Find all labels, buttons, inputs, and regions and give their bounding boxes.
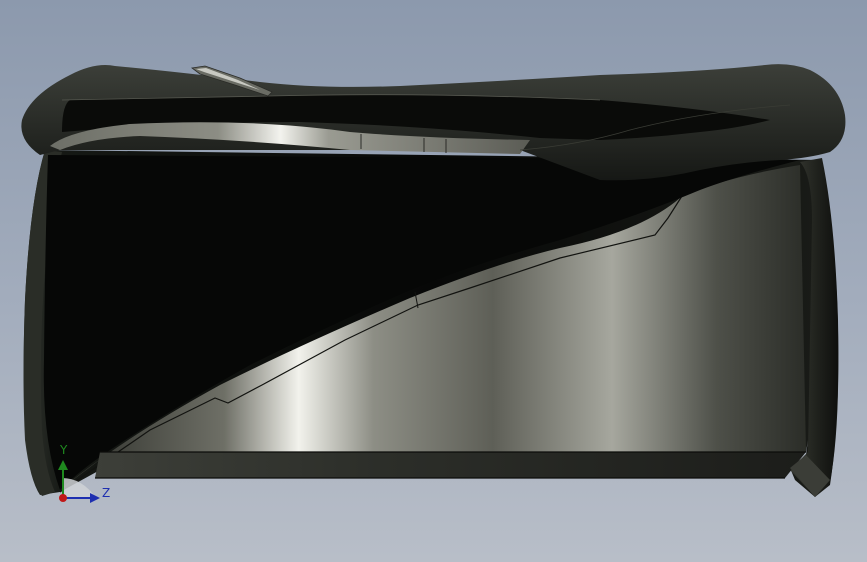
graphics-viewport[interactable]: Y Z xyxy=(0,0,867,562)
triad-y-label: Y xyxy=(60,443,68,457)
triad-z-label: Z xyxy=(102,486,111,500)
cad-model-view[interactable] xyxy=(0,0,867,562)
triad-z-arrowhead xyxy=(90,493,100,503)
base-strip xyxy=(95,452,806,478)
triad-x-origin xyxy=(59,494,67,502)
